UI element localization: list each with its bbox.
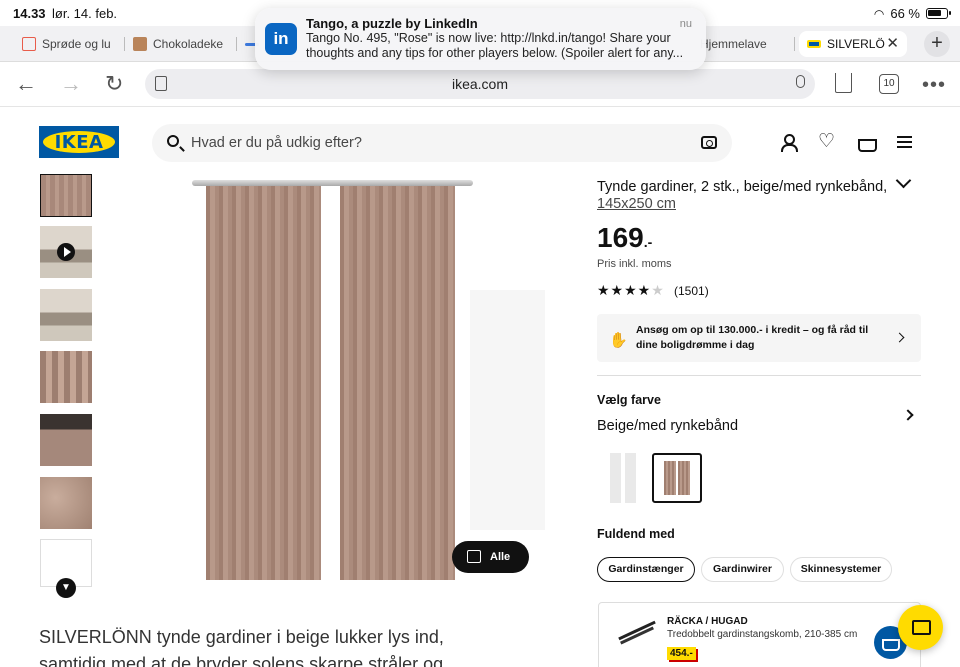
divider [597,375,921,376]
ikea-logo[interactable]: IKEA [39,126,119,158]
credit-banner[interactable]: ✋ Ansøg om op til 130.000.- i kredit – o… [597,314,921,362]
tab-overview-button[interactable]: 10 [879,74,899,94]
tab-label: Hjemmelave [700,37,767,51]
product-description: SILVERLÖNN tynde gardiner i beige lukker… [39,627,444,667]
linkedin-icon: in [265,23,297,55]
color-value[interactable]: Beige/med rynkebånd [597,418,738,434]
color-swatch-beige[interactable] [652,453,702,503]
tab-label: Chokoladeke [153,37,224,51]
notification-title: Tango, a puzzle by LinkedIn [306,16,478,31]
gallery-icon [467,550,481,563]
back-arrow-icon[interactable]: ← [15,72,37,96]
tab-label: SILVERLÖ [827,37,885,51]
product-price: 169.- [597,222,652,254]
color-heading: Vælg farve [597,393,661,407]
curtain-panel-right [340,180,455,580]
tab-favicon [22,37,36,51]
image-background [470,290,545,530]
curtain-rod [192,180,473,186]
user-icon[interactable] [779,133,798,152]
new-tab-button[interactable]: + [924,31,950,57]
search-field[interactable]: Hvad er du på udkig efter? [152,124,732,162]
more-icon[interactable]: ••• [922,74,946,97]
camera-icon[interactable] [701,136,717,149]
notification-banner[interactable]: in Tango, a puzzle by LinkedIn Tango No.… [255,8,706,70]
menu-icon[interactable] [896,133,914,151]
chevron-right-icon [894,332,905,343]
product-size-link[interactable]: 145x250 cm [597,196,676,212]
hand-coin-icon: ✋ [609,332,628,349]
search-placeholder: Hvad er du på udkig efter? [191,135,362,151]
curtain-panel-left [206,180,321,580]
tab-favicon [807,40,821,48]
forward-arrow-icon[interactable]: → [60,72,82,96]
rating-stars[interactable]: ★★★★★ [597,282,665,299]
reload-icon[interactable]: ↻ [105,72,123,96]
price-suffix: .- [643,234,653,250]
chevron-down-icon[interactable]: ▼ [56,578,76,598]
pill-gardinstaenger[interactable]: Gardinstænger [597,557,695,582]
chevron-down-icon[interactable] [895,172,912,189]
thumbnail-6[interactable] [40,477,92,529]
accessory-price: 454.- [667,647,696,660]
tab-favicon [133,37,147,51]
microphone-icon[interactable] [796,75,805,88]
thumbnail-3[interactable] [40,289,92,341]
thumbnail-5[interactable] [40,414,92,466]
pill-skinnesystemer[interactable]: Skinnesystemer [790,557,892,582]
complete-heading: Fuldend med [597,527,675,541]
close-icon[interactable]: ✕ [886,34,899,52]
accessory-name: RÄCKA / HUGAD [667,616,748,627]
search-icon [167,135,179,147]
heart-icon[interactable]: ♡ [818,132,836,151]
thumbnail-4[interactable] [40,351,92,403]
battery-percent: 66 % [890,6,920,21]
tab-label: Sprøde og lu [42,37,111,51]
chat-button[interactable] [898,605,943,650]
thumbnail-1[interactable] [40,174,92,217]
thumbnail-video[interactable] [40,226,92,278]
accessory-card[interactable]: RÄCKA / HUGAD Tredobbelt gardinstangskom… [598,602,921,667]
product-title: Tynde gardiner, 2 stk., beige/med rynkeb… [597,179,888,195]
url-text: ikea.com [451,76,509,92]
shopping-cart-icon[interactable] [857,133,877,152]
tab-hjemmelavet[interactable]: Hjemmelave [700,31,795,57]
pill-gardinwirer[interactable]: Gardinwirer [701,557,784,582]
tab-chokolade[interactable]: Chokoladeke [125,31,237,57]
chevron-right-icon[interactable] [902,409,914,421]
status-date: lør. 14. feb. [52,6,118,21]
status-time: 14.33 [13,6,46,21]
address-bar[interactable]: ikea.com [145,69,815,99]
tab-sprode[interactable]: Sprøde og lu [10,31,125,57]
notification-body: Tango No. 495, "Rose" is now live: http:… [306,31,684,60]
play-icon [57,243,75,261]
logo-text: IKEA [54,132,104,153]
price-value: 169 [597,222,644,253]
share-icon[interactable] [835,73,852,93]
color-swatch-white[interactable] [598,453,648,503]
accessory-description: Tredobbelt gardinstangskomb, 210-385 cm [667,629,858,640]
credit-text: Ansøg om op til 130.000.- i kredit – og … [636,324,869,351]
tab-silverlonn[interactable]: SILVERLÖ ✕ [799,31,907,57]
view-all-label: Alle [490,551,511,563]
battery-icon [926,8,951,19]
wifi-icon: ◠ [873,6,885,21]
view-all-images-button[interactable]: Alle [452,541,529,573]
review-count[interactable]: (1501) [674,284,709,298]
price-note: Pris inkl. moms [597,258,672,270]
notification-time: nu [679,18,692,30]
